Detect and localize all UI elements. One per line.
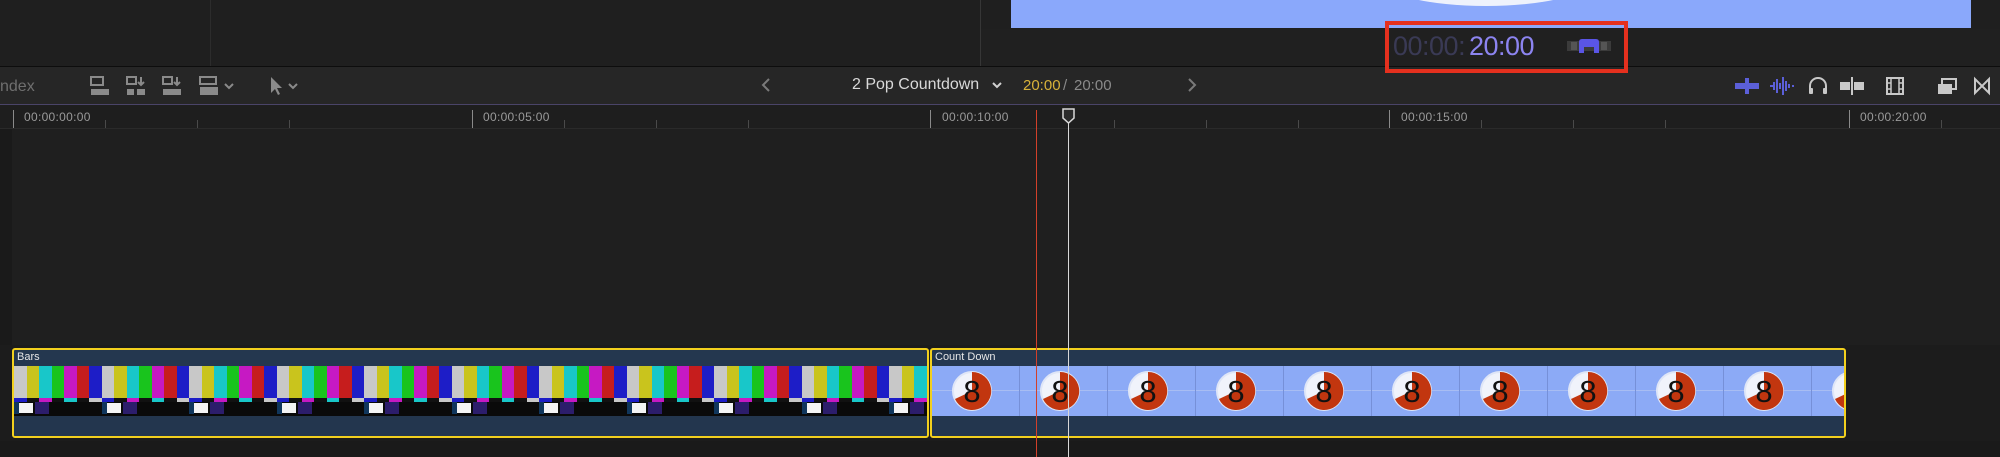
filmstrip-thumbnail xyxy=(714,366,802,416)
filmstrip-thumbnail: 8 xyxy=(1636,366,1724,416)
headphones-icon[interactable] xyxy=(1806,73,1830,99)
timeline-index-icon[interactable] xyxy=(1934,73,1960,99)
timecode-display-leading[interactable]: 00:00: xyxy=(1393,31,1466,62)
project-duration-total: 20:00 xyxy=(1074,77,1112,94)
filmstrip-thumbnail: 8 xyxy=(1460,366,1548,416)
append-clip-icon[interactable] xyxy=(86,73,114,99)
ruler-tick xyxy=(748,120,749,128)
duration-separator: / xyxy=(1063,77,1068,94)
skimming-icon[interactable] xyxy=(1838,73,1866,99)
close-timeline-icon[interactable] xyxy=(1970,73,1994,99)
ruler-tick xyxy=(1665,120,1666,128)
next-project-icon[interactable] xyxy=(1184,76,1200,94)
svg-text:8: 8 xyxy=(1139,374,1156,409)
ruler-tick xyxy=(1298,120,1299,128)
ruler-tick xyxy=(1114,120,1115,128)
filmstrip-thumbnail xyxy=(801,366,889,416)
svg-text:8: 8 xyxy=(1843,374,1846,409)
svg-text:8: 8 xyxy=(1403,374,1420,409)
chevron-down-icon[interactable] xyxy=(990,78,1004,92)
ruler-tick xyxy=(656,120,657,128)
filmstrip-thumbnail: 8 xyxy=(1108,366,1196,416)
svg-text:8: 8 xyxy=(1579,374,1596,409)
playhead-line[interactable] xyxy=(1068,118,1069,457)
timecode-display[interactable]: 20:00 xyxy=(1469,31,1535,62)
ruler-label: 00:00:05:00 xyxy=(483,110,550,124)
filmstrip-thumbnail: 8 xyxy=(1284,366,1372,416)
connect-clip-icon[interactable] xyxy=(196,73,238,99)
ruler-tick xyxy=(197,120,198,128)
ruler-tick xyxy=(1573,120,1574,128)
ruler-tick xyxy=(1941,120,1942,128)
video-waveform-icon[interactable] xyxy=(1734,73,1760,99)
timeline-footer xyxy=(0,441,2000,457)
panel-divider xyxy=(210,0,211,66)
timeline-toolbar: ndex 2 Pop Countdown 20:00 / 20:00 xyxy=(0,67,2000,104)
ruler-tick xyxy=(105,120,106,128)
svg-text:8: 8 xyxy=(1755,374,1772,409)
insert-clip-icon[interactable] xyxy=(122,73,150,99)
filmstrip-thumbnail xyxy=(189,366,277,416)
overwrite-clip-icon[interactable] xyxy=(158,73,186,99)
svg-text:8: 8 xyxy=(1667,374,1684,409)
ruler-tick xyxy=(1206,120,1207,128)
ruler-label: 00:00:10:00 xyxy=(942,110,1009,124)
ruler-tick xyxy=(472,110,473,128)
svg-text:8: 8 xyxy=(1227,374,1244,409)
project-title[interactable]: 2 Pop Countdown xyxy=(852,76,979,94)
ruler-tick xyxy=(13,110,14,128)
svg-text:8: 8 xyxy=(1491,374,1508,409)
filmstrip-thumbnail: 8 xyxy=(1812,366,1846,416)
ruler-label: 00:00:20:00 xyxy=(1860,110,1927,124)
viewer-image-shape xyxy=(1381,0,1591,6)
svg-text:8: 8 xyxy=(1051,374,1068,409)
filmstrip-thumbnail xyxy=(889,366,927,416)
filmstrip-thumbnail xyxy=(451,366,539,416)
filmstrip-thumbnail xyxy=(276,366,364,416)
filmstrip-thumbnail: 8 xyxy=(1724,366,1812,416)
viewer-area xyxy=(0,0,2000,66)
timecode-mode-icon[interactable] xyxy=(1567,38,1611,54)
playhead-handle-icon[interactable] xyxy=(1062,108,1075,124)
audio-waveform-icon[interactable] xyxy=(1769,73,1795,99)
ruler-tick xyxy=(1849,110,1850,128)
previous-project-icon[interactable] xyxy=(758,76,774,94)
project-duration-current: 20:00 xyxy=(1023,77,1061,94)
clip-name-count-down: Count Down xyxy=(935,351,996,363)
select-tool-icon[interactable] xyxy=(264,73,302,99)
ruler-tick xyxy=(564,120,565,128)
clip-bars[interactable]: Bars xyxy=(12,348,929,438)
filmstrip-thumbnail: 8 xyxy=(1372,366,1460,416)
ruler-tick xyxy=(1389,110,1390,128)
ruler-tick xyxy=(1481,120,1482,128)
svg-text:8: 8 xyxy=(1315,374,1332,409)
skimmer-line xyxy=(1036,110,1037,457)
ruler-tick xyxy=(930,110,931,128)
filmstrip-thumbnail: 8 xyxy=(1020,366,1108,416)
index-button[interactable]: ndex xyxy=(0,78,35,96)
filmstrip-thumbnail: 8 xyxy=(932,366,1020,416)
filmstrip-thumbnail xyxy=(364,366,452,416)
clip-appearance-icon[interactable] xyxy=(1882,73,1908,99)
filmstrip-thumbnail xyxy=(14,366,102,416)
filmstrip-thumbnail xyxy=(101,366,189,416)
clip-filmstrip xyxy=(14,366,927,416)
filmstrip-thumbnail xyxy=(626,366,714,416)
ruler-label: 00:00:00:00 xyxy=(24,110,91,124)
ruler-tick xyxy=(289,120,290,128)
filmstrip-thumbnail: 8 xyxy=(1196,366,1284,416)
ruler-label: 00:00:15:00 xyxy=(1401,110,1468,124)
timeline-ruler[interactable]: 00:00:00:00 00:00:05:00 00:00:10:00 00:0… xyxy=(0,105,2000,128)
svg-text:8: 8 xyxy=(963,374,980,409)
clip-audio-area xyxy=(14,416,927,436)
filmstrip-thumbnail: 8 xyxy=(1548,366,1636,416)
clip-name-bars: Bars xyxy=(17,351,40,363)
filmstrip-thumbnail xyxy=(539,366,627,416)
